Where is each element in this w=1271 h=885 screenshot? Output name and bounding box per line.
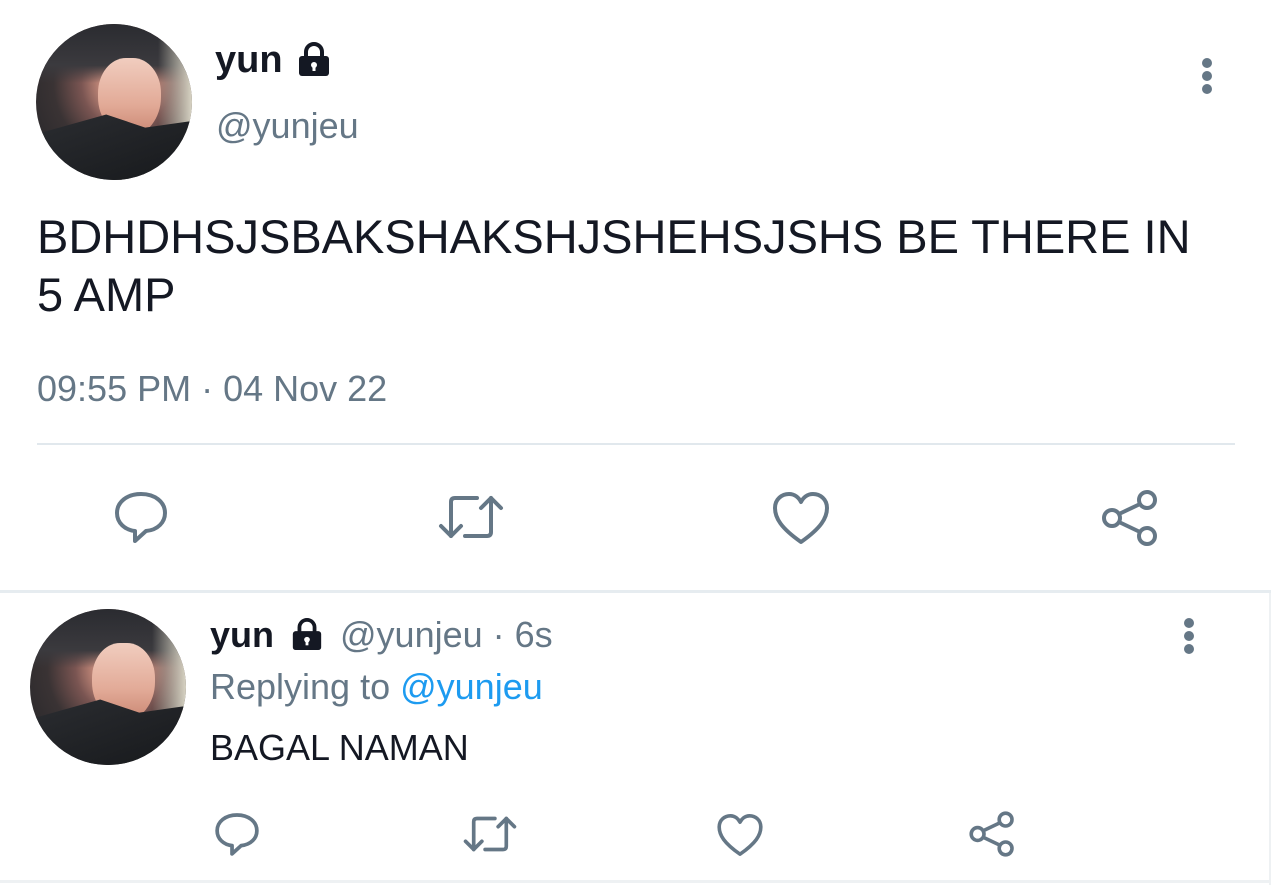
user-handle[interactable]: @yunjeu (216, 104, 359, 148)
reply-avatar[interactable] (30, 609, 186, 765)
tweet-text-line-1: BDHDHSJSBAKSHAKSHJSHEHSJSHS BE THERE IN (37, 210, 1191, 263)
main-tweet: yun @yunjeu BDHDHSJSBAKSHAKSHJSHEHSJSHS … (0, 0, 1271, 590)
reply-icon[interactable] (112, 488, 170, 546)
retweet-icon[interactable] (437, 490, 505, 544)
reply-more-vertical-icon[interactable] (1184, 618, 1194, 654)
lock-icon (299, 42, 329, 76)
heart-icon[interactable] (771, 490, 831, 546)
more-vertical-icon[interactable] (1202, 58, 1212, 94)
reply-retweet-icon[interactable] (462, 812, 518, 856)
reply-text: BAGAL NAMAN (210, 727, 469, 768)
bottom-divider (0, 880, 1271, 883)
display-name[interactable]: yun (215, 38, 283, 82)
replying-to-mention[interactable]: @yunjeu (400, 666, 543, 707)
reply-handle-time[interactable]: @yunjeu · 6s (340, 614, 553, 656)
divider (37, 443, 1235, 445)
tweet-timestamp[interactable]: 09:55 PM · 04 Nov 22 (37, 367, 387, 411)
tweet-text-line-2: 5 AMP (37, 268, 176, 321)
reply-heart-icon[interactable] (716, 812, 764, 858)
section-separator (0, 590, 1271, 593)
reply-display-name[interactable]: yun (210, 614, 274, 656)
replying-prefix: Replying to (210, 666, 401, 707)
share-icon[interactable] (1100, 488, 1160, 548)
avatar[interactable] (36, 24, 192, 180)
reply-lock-icon (292, 618, 322, 651)
replying-to: Replying to @yunjeu (210, 665, 543, 709)
reply-reply-icon[interactable] (213, 810, 261, 858)
reply-share-icon[interactable] (968, 810, 1016, 858)
